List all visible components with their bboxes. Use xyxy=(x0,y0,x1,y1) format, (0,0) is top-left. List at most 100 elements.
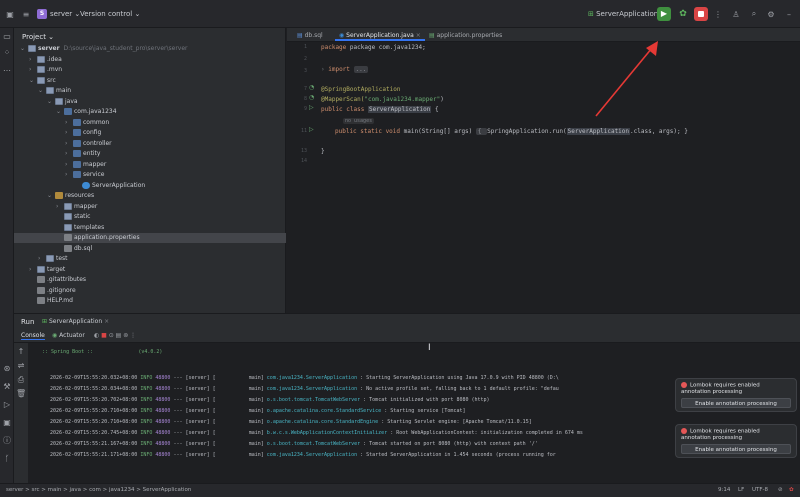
problems-tool-icon[interactable]: ⓘ xyxy=(2,436,12,446)
more-actions-icon[interactable]: ⋮ xyxy=(712,8,724,20)
stop-button[interactable] xyxy=(694,7,708,21)
settings-gear-icon[interactable]: ⚙ xyxy=(765,8,777,20)
tab-serverapplication-java[interactable]: ◉ ServerApplication.java × xyxy=(335,30,425,41)
chevron-icon[interactable]: › xyxy=(65,170,73,180)
tree-item[interactable]: ServerApplication xyxy=(14,181,286,191)
spring-bean-icon[interactable]: ◔ xyxy=(309,84,314,91)
vcs-menu[interactable]: Version control ⌄ xyxy=(80,8,140,20)
minimize-icon[interactable]: – xyxy=(783,8,795,20)
chevron-icon[interactable]: › xyxy=(65,128,73,138)
tree-item[interactable]: › mapper xyxy=(14,160,286,170)
chevron-icon[interactable]: › xyxy=(65,149,73,159)
tree-item[interactable]: HELP.md xyxy=(14,296,286,306)
notification-lombok-1: Lombok requires enabled annotation proce… xyxy=(675,378,797,412)
console-output[interactable]: :: Spring Boot :: (v4.0.2) 2026-02-09T15… xyxy=(14,343,800,483)
file-encoding[interactable]: UTF-8 xyxy=(752,484,768,497)
chevron-icon[interactable]: › xyxy=(38,254,46,264)
chevron-icon[interactable]: › xyxy=(65,139,73,149)
debug-button[interactable]: ✿ xyxy=(676,7,690,21)
code-line-1: package package com.java1234; xyxy=(321,44,426,51)
tree-item[interactable]: ⌄ main xyxy=(14,86,286,96)
log-thr: --- [server] [ main] xyxy=(173,430,264,436)
chevron-icon[interactable]: › xyxy=(56,202,64,212)
tree-item[interactable]: › test xyxy=(14,254,286,264)
print-icon[interactable]: ⎙ xyxy=(16,375,26,385)
run-gutter-icon[interactable]: ▷ xyxy=(309,104,314,111)
status-breadcrumb[interactable]: server > src > main > java > com > java1… xyxy=(6,484,191,497)
actuator-tab[interactable]: ◉ Actuator xyxy=(52,332,85,339)
tree-item-label: HELP.md xyxy=(47,297,73,304)
spring-bean-icon[interactable]: ◔ xyxy=(309,94,314,101)
tree-item[interactable]: application.properties xyxy=(14,233,286,243)
tree-item[interactable]: static xyxy=(14,212,286,222)
log-line: 2026-02-09T15:55:20.032+08:00 INFO 48800… xyxy=(50,375,562,381)
tree-item[interactable]: › mapper xyxy=(14,202,286,212)
notifications-icon[interactable]: ✿ xyxy=(789,484,794,497)
tree-item[interactable]: .gitattributes xyxy=(14,275,286,285)
tree-item[interactable]: ⌄ resources xyxy=(14,191,286,201)
console-toolbar-icons[interactable]: ◐ ■ ⊙ ▤ ⊚ ⋮ xyxy=(94,332,136,339)
tree-item[interactable]: › controller xyxy=(14,139,286,149)
project-tool-icon[interactable]: ▭ xyxy=(2,32,12,42)
enable-annotation-processing-button[interactable]: Enable annotation processing xyxy=(681,443,791,454)
cursor-position[interactable]: 9:14 xyxy=(718,484,730,497)
project-panel: Project ⌄ ⌄ server D:\source\java_student_… xyxy=(14,28,286,313)
run-tool-icon[interactable]: ▷ xyxy=(2,400,12,410)
code-editor[interactable]: 1 2 3 7 8 9 11 13 14 ◔ ◔ ▷ ▷ package pac… xyxy=(287,42,800,313)
chevron-icon[interactable]: › xyxy=(29,65,37,75)
run-main-gutter-icon[interactable]: ▷ xyxy=(309,126,314,133)
tree-item-label: com.java1234 xyxy=(74,108,117,115)
git-tool-icon[interactable]: ᚴ xyxy=(2,454,12,464)
chevron-icon[interactable]: › xyxy=(65,118,73,128)
user-icon[interactable]: ♙ xyxy=(730,8,742,20)
tree-item[interactable]: › .idea xyxy=(14,55,286,65)
trash-icon[interactable]: 🗑 xyxy=(16,389,26,399)
tree-item[interactable]: ⌄ java xyxy=(14,97,286,107)
run-config-tab[interactable]: ⊞ ServerApplication × xyxy=(42,318,109,325)
more-tools-icon[interactable]: … xyxy=(2,64,12,74)
chevron-icon[interactable]: ⌄ xyxy=(20,44,28,54)
build-tool-icon[interactable]: ⚒ xyxy=(2,382,12,392)
chevron-icon[interactable]: ⌄ xyxy=(47,97,55,107)
chevron-icon[interactable]: ⌄ xyxy=(47,191,55,201)
tree-item[interactable]: templates xyxy=(14,223,286,233)
readonly-icon[interactable]: ⊘ xyxy=(778,484,783,497)
app-menu-icon[interactable]: ▣ xyxy=(4,8,16,20)
hamburger-menu-icon[interactable]: ≡ xyxy=(20,8,32,20)
chevron-icon[interactable]: ⌄ xyxy=(38,86,46,96)
project-panel-title[interactable]: Project ⌄ xyxy=(22,33,54,41)
tree-item[interactable]: .gitignore xyxy=(14,286,286,296)
run-config-selector[interactable]: ⊞ ServerApplication ⌄ xyxy=(588,8,666,20)
wrap-icon[interactable]: ⇌ xyxy=(16,361,26,371)
run-button[interactable]: ▶ xyxy=(657,7,671,21)
tree-item[interactable]: › .mvn xyxy=(14,65,286,75)
tree-item[interactable]: › common xyxy=(14,118,286,128)
search-icon[interactable]: ⌕ xyxy=(748,8,760,20)
chevron-icon[interactable]: › xyxy=(29,265,37,275)
chevron-icon[interactable]: ⌄ xyxy=(29,76,37,86)
tree-item[interactable]: db.sql xyxy=(14,244,286,254)
chevron-icon[interactable]: ⌄ xyxy=(56,107,64,117)
services-tool-icon[interactable]: ⊛ xyxy=(2,364,12,374)
log-lvl: INFO xyxy=(140,408,153,414)
structure-tool-icon[interactable]: ⁘ xyxy=(2,48,12,58)
chevron-icon[interactable]: › xyxy=(65,160,73,170)
tree-item[interactable]: › target xyxy=(14,265,286,275)
tree-item[interactable]: › service xyxy=(14,170,286,180)
tab-db-sql[interactable]: ▤ db.sql xyxy=(293,30,327,41)
terminal-tool-icon[interactable]: ▣ xyxy=(2,418,12,428)
log-lvl: INFO xyxy=(140,375,153,381)
scroll-up-icon[interactable]: ↑ xyxy=(16,347,26,357)
console-tab[interactable]: Console xyxy=(21,332,45,340)
tree-item[interactable]: ⌄ com.java1234 xyxy=(14,107,286,117)
chevron-icon[interactable]: › xyxy=(29,55,37,65)
tab-application-properties[interactable]: ▤ application.properties xyxy=(425,30,506,41)
tree-item[interactable]: › config xyxy=(14,128,286,138)
line-separator[interactable]: LF xyxy=(738,484,744,497)
import-fold[interactable]: ... xyxy=(353,66,369,73)
project-switcher[interactable]: server ⌄ xyxy=(50,8,80,20)
tree-item[interactable]: ⌄ server D:\source\java_student_pro\server… xyxy=(14,44,286,54)
tree-item[interactable]: ⌄ src xyxy=(14,76,286,86)
tree-item[interactable]: › entity xyxy=(14,149,286,159)
enable-annotation-processing-button[interactable]: Enable annotation processing xyxy=(681,397,791,408)
